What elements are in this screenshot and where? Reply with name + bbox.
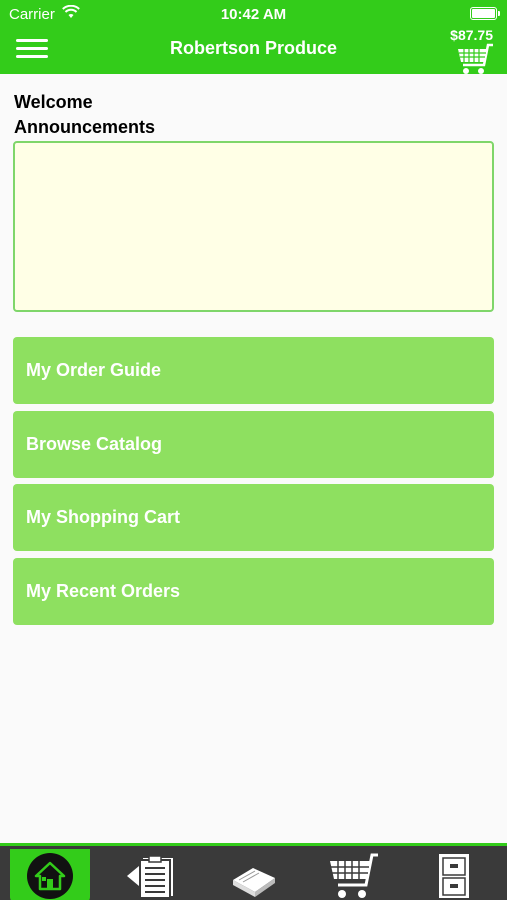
welcome-heading: Welcome Announcements xyxy=(14,90,155,140)
recent-orders-button[interactable]: My Recent Orders xyxy=(13,557,494,625)
tab-cart[interactable] xyxy=(314,849,394,900)
tab-bar xyxy=(0,843,507,900)
file-cabinet-icon xyxy=(439,854,469,898)
home-icon xyxy=(27,853,73,899)
announcements-box xyxy=(13,141,494,312)
status-bar: Carrier 10:42 AM xyxy=(0,0,507,28)
tab-order-guide[interactable] xyxy=(112,849,192,900)
page-title: Robertson Produce xyxy=(169,38,338,58)
announcements-title: Announcements xyxy=(14,117,156,137)
cart-icon[interactable] xyxy=(455,43,495,75)
order-guide-icon xyxy=(127,855,173,899)
cart-icon xyxy=(330,853,378,898)
tab-orders[interactable] xyxy=(414,849,494,900)
browse-catalog-button[interactable]: Browse Catalog xyxy=(13,410,494,478)
order-guide-button[interactable]: My Order Guide xyxy=(13,337,494,404)
catalog-book-icon xyxy=(233,868,275,897)
app-header: Carrier 10:42 AM Robertson Produce $87.7… xyxy=(0,0,507,74)
cart-total: $87.75 xyxy=(450,27,493,43)
battery-icon xyxy=(470,7,500,20)
main-menu: My Order Guide Browse Catalog My Shoppin… xyxy=(13,337,494,631)
tab-home[interactable] xyxy=(10,849,90,900)
status-time: 10:42 AM xyxy=(220,6,287,23)
tab-catalog[interactable] xyxy=(214,849,294,900)
welcome-title: Welcome xyxy=(14,92,93,112)
shopping-cart-button[interactable]: My Shopping Cart xyxy=(13,484,494,551)
